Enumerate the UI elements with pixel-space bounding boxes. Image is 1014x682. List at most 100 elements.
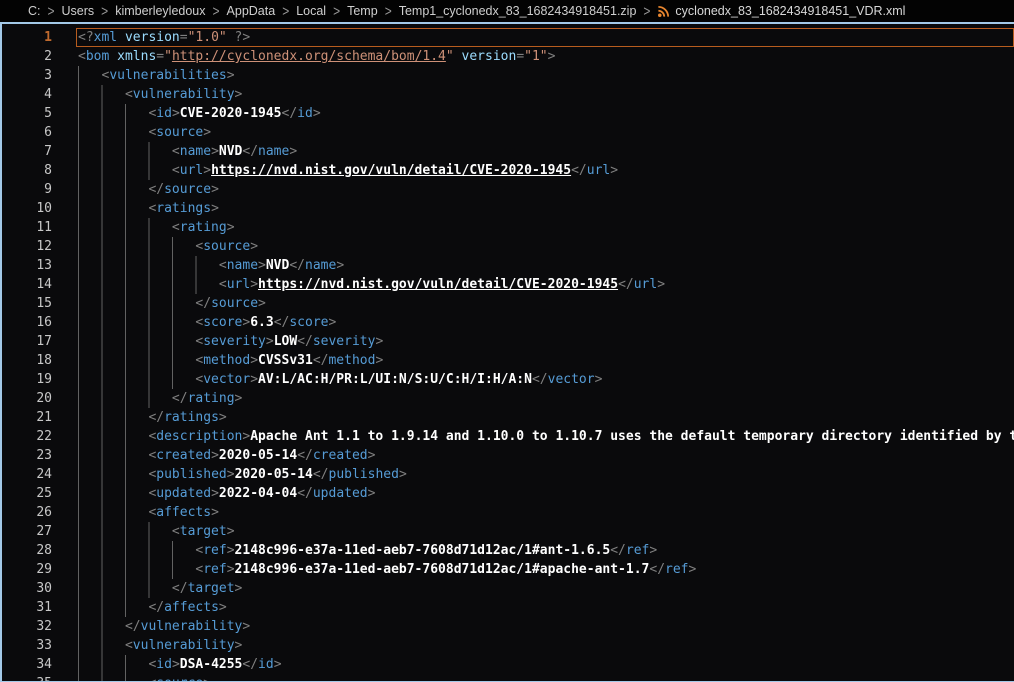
code-line[interactable]: 9 </source> — [2, 180, 1014, 199]
code-line[interactable]: 4 <vulnerability> — [2, 85, 1014, 104]
code-line-content[interactable]: <id>DSA-4255</id> — [76, 655, 1014, 674]
code-line-content[interactable]: <severity>LOW</severity> — [76, 332, 1014, 351]
code-line[interactable]: 16 <score>6.3</score> — [2, 313, 1014, 332]
code-line-content[interactable]: <id>CVE-2020-1945</id> — [76, 104, 1014, 123]
code-line[interactable]: 35 <source> — [2, 674, 1014, 682]
code-line-content[interactable]: <published>2020-05-14</published> — [76, 465, 1014, 484]
code-editor[interactable]: 1<?xml version="1.0" ?>2<bom xmlns="http… — [0, 22, 1014, 682]
code-line-content[interactable]: </affects> — [76, 598, 1014, 617]
code-line[interactable]: 18 <method>CVSSv31</method> — [2, 351, 1014, 370]
syntax-token-g: published — [156, 467, 226, 482]
breadcrumb-file-label: cyclonedx_83_1682434918451_VDR.xml — [675, 4, 905, 18]
syntax-token-p: </ — [313, 467, 329, 482]
breadcrumb-item[interactable]: Users — [62, 4, 95, 18]
code-line[interactable]: 22 <description>Apache Ant 1.1 to 1.9.14… — [2, 427, 1014, 446]
code-line-content[interactable]: <source> — [76, 237, 1014, 256]
code-line[interactable]: 21 </ratings> — [2, 408, 1014, 427]
indent-guides — [78, 142, 172, 161]
code-line-content[interactable]: </source> — [76, 294, 1014, 313]
breadcrumb-item[interactable]: C: — [28, 4, 41, 18]
code-line-content[interactable]: <bom xmlns="http://cyclonedx.org/schema/… — [76, 47, 1014, 66]
code-line[interactable]: 23 <created>2020-05-14</created> — [2, 446, 1014, 465]
code-line[interactable]: 30 </target> — [2, 579, 1014, 598]
syntax-token-p: </ — [242, 144, 258, 159]
code-line[interactable]: 33 <vulnerability> — [2, 636, 1014, 655]
code-line-content[interactable]: <name>NVD</name> — [76, 256, 1014, 275]
code-line[interactable]: 5 <id>CVE-2020-1945</id> — [2, 104, 1014, 123]
gutter-gap — [52, 256, 76, 275]
code-line-content[interactable]: <vulnerability> — [76, 85, 1014, 104]
code-line[interactable]: 13 <name>NVD</name> — [2, 256, 1014, 275]
code-line[interactable]: 10 <ratings> — [2, 199, 1014, 218]
breadcrumb-item[interactable]: Local — [296, 4, 326, 18]
gutter-gap — [52, 636, 76, 655]
syntax-token-g: target — [188, 581, 235, 596]
code-line-content[interactable]: <ref>2148c996-e37a-11ed-aeb7-7608d71d12a… — [76, 560, 1014, 579]
code-line-content[interactable]: </ratings> — [76, 408, 1014, 427]
code-line[interactable]: 17 <severity>LOW</severity> — [2, 332, 1014, 351]
code-line-content[interactable]: <score>6.3</score> — [76, 313, 1014, 332]
code-line[interactable]: 11 <rating> — [2, 218, 1014, 237]
code-line-content[interactable]: </rating> — [76, 389, 1014, 408]
syntax-token-g: id — [258, 657, 274, 672]
code-line[interactable]: 6 <source> — [2, 123, 1014, 142]
code-line[interactable]: 7 <name>NVD</name> — [2, 142, 1014, 161]
code-line[interactable]: 24 <published>2020-05-14</published> — [2, 465, 1014, 484]
syntax-token-p: </ — [172, 391, 188, 406]
code-line[interactable]: 31 </affects> — [2, 598, 1014, 617]
code-line-content[interactable]: </vulnerability> — [76, 617, 1014, 636]
code-line[interactable]: 32 </vulnerability> — [2, 617, 1014, 636]
code-line[interactable]: 3 <vulnerabilities> — [2, 66, 1014, 85]
code-line[interactable]: 8 <url>https://nvd.nist.gov/vuln/detail/… — [2, 161, 1014, 180]
code-line-content[interactable]: <?xml version="1.0" ?> — [76, 28, 1014, 47]
code-line[interactable]: 1<?xml version="1.0" ?> — [2, 28, 1014, 47]
breadcrumb: C:>Users>kimberleyledoux>AppData>Local>T… — [0, 0, 1014, 22]
code-line[interactable]: 27 <target> — [2, 522, 1014, 541]
code-line-content[interactable]: <name>NVD</name> — [76, 142, 1014, 161]
code-line[interactable]: 20 </rating> — [2, 389, 1014, 408]
code-line[interactable]: 2<bom xmlns="http://cyclonedx.org/schema… — [2, 47, 1014, 66]
code-line-content[interactable]: <vulnerability> — [76, 636, 1014, 655]
code-line-content[interactable]: <affects> — [76, 503, 1014, 522]
code-line-content[interactable]: <created>2020-05-14</created> — [76, 446, 1014, 465]
code-line-content[interactable]: <ref>2148c996-e37a-11ed-aeb7-7608d71d12a… — [76, 541, 1014, 560]
code-line[interactable]: 14 <url>https://nvd.nist.gov/vuln/detail… — [2, 275, 1014, 294]
breadcrumb-item[interactable]: Temp — [347, 4, 378, 18]
code-line-content[interactable]: <url>https://nvd.nist.gov/vuln/detail/CV… — [76, 275, 1014, 294]
syntax-token-s: "1.0" — [188, 30, 227, 45]
code-line-content[interactable]: <updated>2022-04-04</updated> — [76, 484, 1014, 503]
syntax-token-g: source — [156, 125, 203, 140]
syntax-token-g: ref — [203, 543, 226, 558]
line-number: 27 — [2, 522, 52, 541]
breadcrumb-item[interactable]: Temp1_cyclonedx_83_1682434918451.zip — [399, 4, 637, 18]
code-line-content[interactable]: <target> — [76, 522, 1014, 541]
breadcrumb-item[interactable]: AppData — [227, 4, 276, 18]
code-line-content[interactable]: <description>Apache Ant 1.1 to 1.9.14 an… — [76, 427, 1014, 446]
code-line[interactable]: 15 </source> — [2, 294, 1014, 313]
breadcrumb-item[interactable]: kimberleyledoux — [115, 4, 205, 18]
syntax-token-p: > — [399, 467, 407, 482]
breadcrumb-item-file[interactable]: cyclonedx_83_1682434918451_VDR.xml — [657, 4, 905, 18]
syntax-token-a: version — [454, 49, 517, 64]
code-line-content[interactable]: <vulnerabilities> — [76, 66, 1014, 85]
code-line-content[interactable]: </source> — [76, 180, 1014, 199]
syntax-token-t: 2148c996-e37a-11ed-aeb7-7608d71d12ac/1#a… — [235, 543, 611, 558]
code-line-content[interactable]: <rating> — [76, 218, 1014, 237]
code-line-content[interactable]: <url>https://nvd.nist.gov/vuln/detail/CV… — [76, 161, 1014, 180]
code-line[interactable]: 34 <id>DSA-4255</id> — [2, 655, 1014, 674]
code-line[interactable]: 29 <ref>2148c996-e37a-11ed-aeb7-7608d71d… — [2, 560, 1014, 579]
code-line-content[interactable]: <ratings> — [76, 199, 1014, 218]
syntax-token-t: NVD — [266, 258, 289, 273]
code-line-content[interactable]: <source> — [76, 674, 1014, 682]
code-line[interactable]: 28 <ref>2148c996-e37a-11ed-aeb7-7608d71d… — [2, 541, 1014, 560]
indent-guides — [78, 218, 172, 237]
code-line-content[interactable]: <vector>AV:L/AC:H/PR:L/UI:N/S:U/C:H/I:H/… — [76, 370, 1014, 389]
code-line-content[interactable]: <source> — [76, 123, 1014, 142]
code-line-content[interactable]: <method>CVSSv31</method> — [76, 351, 1014, 370]
code-line-content[interactable]: </target> — [76, 579, 1014, 598]
code-line[interactable]: 12 <source> — [2, 237, 1014, 256]
code-line[interactable]: 25 <updated>2022-04-04</updated> — [2, 484, 1014, 503]
code-line[interactable]: 26 <affects> — [2, 503, 1014, 522]
syntax-token-p: > — [274, 657, 282, 672]
code-line[interactable]: 19 <vector>AV:L/AC:H/PR:L/UI:N/S:U/C:H/I… — [2, 370, 1014, 389]
